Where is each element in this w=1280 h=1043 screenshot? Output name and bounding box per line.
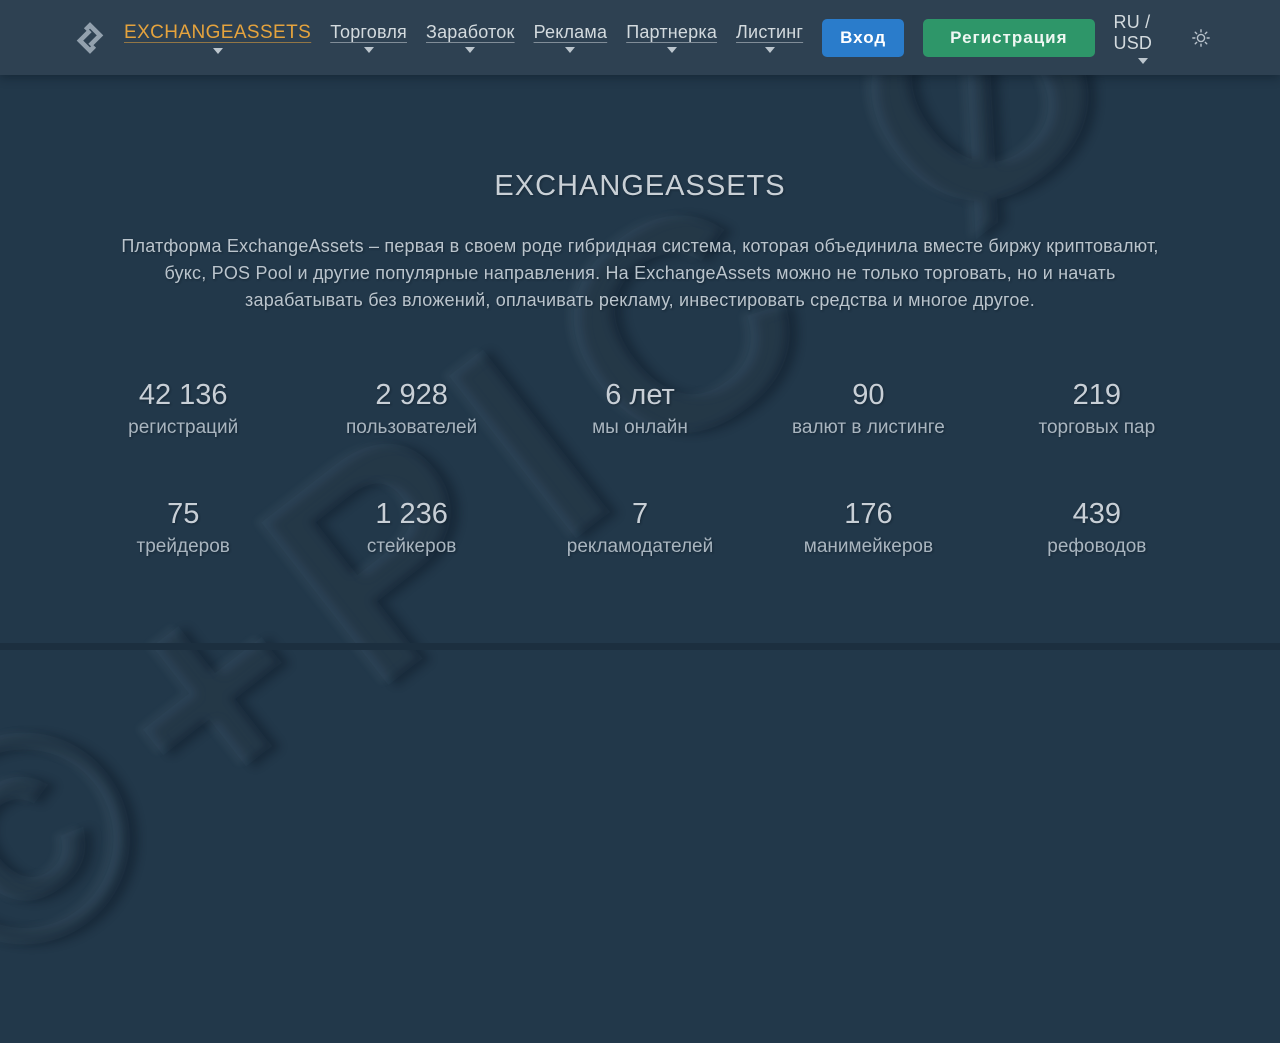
stat-traders: 75 трейдеров (69, 497, 297, 558)
stat-stakers: 1 236 стейкеров (297, 497, 525, 558)
stat-trading-pairs: 219 торговых пар (983, 378, 1211, 439)
stat-label: рефоводов (1047, 536, 1147, 557)
stat-label: трейдеров (136, 536, 230, 557)
hero-section: EXCHANGEASSETS Платформа ExchangeAssets … (0, 75, 1280, 558)
register-button[interactable]: Регистрация (923, 18, 1095, 57)
stat-value: 90 (852, 379, 885, 411)
nav-item-partnership[interactable]: Партнерка (626, 22, 717, 53)
stat-value: 75 (167, 498, 200, 530)
stat-label: рекламодателей (566, 536, 714, 557)
page-title: EXCHANGEASSETS (494, 170, 786, 202)
nav-item-trading[interactable]: Торговля (330, 22, 407, 53)
stat-users: 2 928 пользователей (297, 378, 525, 439)
locale-currency-label: RU / USD (1113, 11, 1153, 53)
stat-value: 7 (631, 498, 649, 530)
theme-toggle-button[interactable] (1191, 28, 1211, 48)
stat-label: манимейкеров (803, 536, 934, 557)
chevron-down-icon (363, 47, 374, 53)
brand-menu[interactable]: EXCHANGEASSETS (124, 22, 311, 54)
stat-value: 219 (1072, 379, 1122, 411)
main-menu: Торговля Заработок Реклама Партнерка Лис… (330, 22, 803, 53)
chevron-down-icon (212, 47, 223, 54)
stat-label: регистраций (128, 417, 239, 438)
stats-row-2: 75 трейдеров 1 236 стейкеров 7 рекламода… (69, 497, 1211, 558)
chevron-down-icon (764, 47, 775, 53)
platform-description: Платформа ExchangeAssets – первая в свое… (121, 236, 1159, 310)
nav-item-listing[interactable]: Листинг (736, 22, 803, 53)
stat-value: 2 928 (375, 379, 448, 411)
sun-icon (1192, 28, 1210, 47)
stat-value: 42 136 (138, 379, 228, 411)
stat-years-online: 6 лет мы онлайн (526, 378, 754, 439)
brand-name: EXCHANGEASSETS (124, 21, 312, 43)
brand-logo-icon (69, 17, 111, 59)
section-divider (0, 643, 1280, 650)
login-button[interactable]: Вход (822, 18, 905, 57)
stats-row-1: 42 136 регистраций 2 928 пользователей 6… (69, 378, 1211, 439)
brand[interactable]: EXCHANGEASSETS (69, 17, 311, 59)
stat-label: стейкеров (366, 536, 457, 557)
stat-moneymakers: 176 манимейкеров (754, 497, 982, 558)
stat-advertisers: 7 рекламодателей (526, 497, 754, 558)
chevron-down-icon (465, 47, 476, 53)
stat-registrations: 42 136 регистраций (69, 378, 297, 439)
chevron-down-icon (565, 47, 576, 53)
stat-label: торговых пар (1038, 417, 1156, 438)
stat-value: 176 (844, 498, 893, 530)
chevron-down-icon (1137, 57, 1148, 64)
stat-value: 6 лет (605, 379, 675, 411)
locale-currency-selector[interactable]: RU / USD (1114, 12, 1172, 64)
stat-listed-currencies: 90 валют в листинге (754, 378, 982, 439)
stat-label: валют в листинге (792, 417, 945, 438)
chevron-down-icon (666, 47, 677, 53)
stat-label: мы онлайн (592, 417, 688, 438)
stat-value: 439 (1072, 498, 1122, 530)
top-navigation-bar: EXCHANGEASSETS Торговля Заработок Реклам… (0, 0, 1280, 75)
stat-referrers: 439 рефоводов (983, 497, 1211, 558)
header-actions: Вход Регистрация RU / USD (822, 12, 1211, 64)
stat-label: пользователей (346, 417, 478, 438)
nav-item-earning[interactable]: Заработок (426, 22, 515, 53)
stat-value: 1 236 (375, 498, 448, 530)
nav-item-advertising[interactable]: Реклама (534, 22, 608, 53)
